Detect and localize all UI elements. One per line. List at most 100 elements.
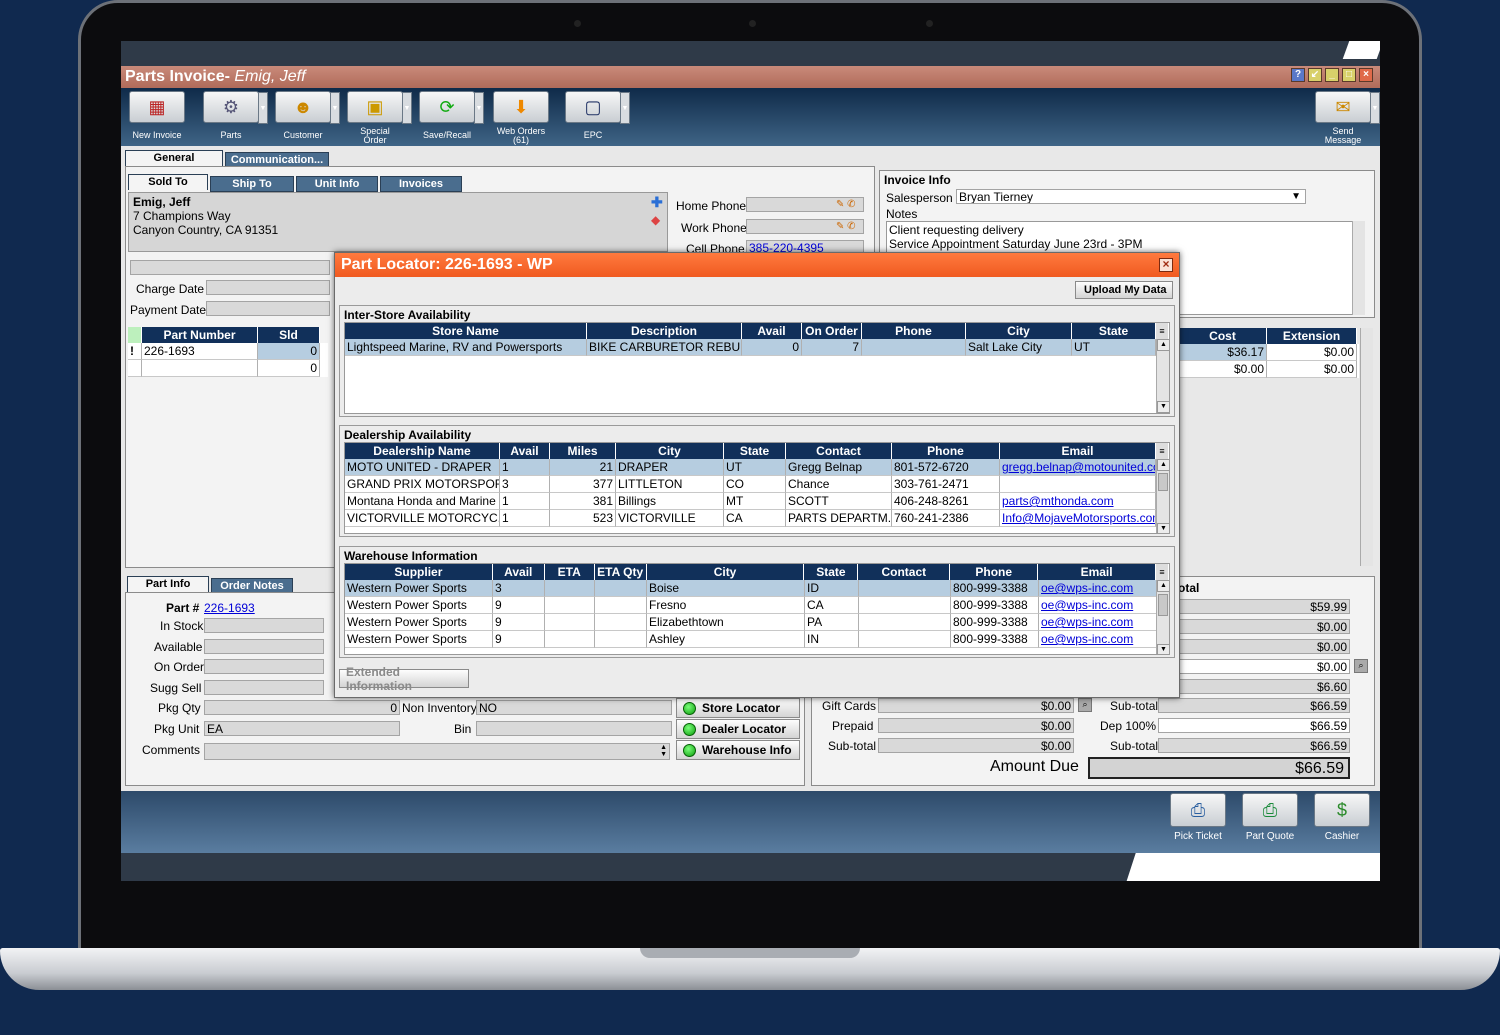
col-contact[interactable]: Contact — [858, 564, 951, 580]
col-store-name[interactable]: Store Name — [345, 323, 587, 339]
vertical-scrollbar[interactable]: ▲ ▼ — [1156, 580, 1169, 654]
search-icon[interactable]: ⌕ — [1078, 698, 1092, 712]
epc-button[interactable]: ▢ ▼ EPC — [563, 91, 630, 140]
special-order-button[interactable]: ▣ ▼ Special Order — [345, 91, 412, 145]
chevron-down-icon[interactable]: ▼ — [620, 92, 630, 124]
col-state[interactable]: State — [724, 443, 786, 459]
cell-email[interactable]: gregg.belnap@motounited.co — [1000, 459, 1156, 476]
scroll-up-icon[interactable]: ▲ — [1157, 339, 1170, 351]
parts-button[interactable]: ⚙ ▼ Parts — [201, 91, 268, 140]
col-avail[interactable]: Avail — [492, 564, 545, 580]
pick-ticket-button[interactable]: ⎙ Pick Ticket — [1167, 793, 1229, 842]
column-chooser-icon[interactable]: ≡ — [1156, 323, 1169, 339]
col-phone[interactable]: Phone — [950, 564, 1039, 580]
extended-information-button[interactable]: Extended Information — [339, 665, 469, 693]
cell-email[interactable]: oe@wps-inc.com — [1039, 597, 1157, 614]
total-value[interactable]: $0.00 — [1158, 659, 1350, 674]
table-row[interactable]: Lightspeed Marine, RV and Powersports BI… — [345, 339, 1169, 356]
table-row[interactable]: Montana Honda and Marine 1 381 Billings MT SC… — [345, 493, 1169, 510]
col-dealership-name[interactable]: Dealership Name — [345, 443, 500, 459]
eraser-icon[interactable]: ◆ — [651, 213, 660, 227]
sold-to-extra-field[interactable] — [130, 260, 330, 275]
send-message-button[interactable]: ✉ ▼ Send Message — [1313, 91, 1380, 145]
part-quote-button[interactable]: ⎙ Part Quote — [1239, 793, 1301, 842]
table-row[interactable]: Western Power Sports 3 Boise ID 800-999-3388… — [345, 580, 1169, 597]
col-city[interactable]: City — [616, 443, 724, 459]
tab-sold-to[interactable]: Sold To — [128, 174, 208, 190]
tab-invoices[interactable]: Invoices — [380, 176, 462, 192]
table-row[interactable]: VICTORVILLE MOTORCYC... 1 523 VICTORVILLE CA… — [345, 510, 1169, 527]
col-state[interactable]: State — [804, 564, 859, 580]
scroll-down-icon[interactable]: ▼ — [1157, 644, 1169, 654]
non-inventory-field[interactable]: NO — [476, 700, 672, 715]
col-miles[interactable]: Miles — [550, 443, 616, 459]
column-chooser-icon[interactable]: ≡ — [1156, 443, 1169, 459]
save-recall-button[interactable]: ⟳ ▼ Save/Recall — [417, 91, 484, 140]
col-on-order[interactable]: On Order — [802, 323, 862, 339]
table-row[interactable]: Western Power Sports 9 Fresno CA 800-999-338… — [345, 597, 1169, 614]
add-icon[interactable]: ✚ — [651, 195, 663, 209]
table-row[interactable]: $36.17 $0.00 — [1179, 344, 1359, 361]
col-phone[interactable]: Phone — [892, 443, 1000, 459]
phone-edit-icon[interactable]: ✎ ✆ — [836, 221, 856, 232]
table-row[interactable]: ! 226-1693 0 — [128, 343, 328, 360]
pkg-qty-field[interactable]: 0 — [204, 700, 400, 715]
pkg-unit-field[interactable]: EA — [204, 721, 400, 736]
table-row[interactable]: Western Power Sports 9 Elizabethtown PA 800-… — [345, 614, 1169, 631]
col-phone[interactable]: Phone — [862, 323, 966, 339]
cell-email[interactable]: oe@wps-inc.com — [1039, 614, 1157, 631]
col-cost[interactable]: Cost — [1179, 328, 1267, 344]
search-icon[interactable]: ⌕ — [1354, 659, 1368, 673]
col-email[interactable]: Email — [1000, 443, 1156, 459]
help-icon[interactable]: ? — [1291, 68, 1305, 82]
cell-email[interactable]: oe@wps-inc.com — [1039, 580, 1157, 597]
vertical-scrollbar[interactable]: ▲ ▼ — [1156, 459, 1169, 533]
customer-button[interactable]: ☻ ▼ Customer — [273, 91, 340, 140]
col-eta-qty[interactable]: ETA Qty — [594, 564, 647, 580]
web-orders-button[interactable]: ⬇ Web Orders (61) — [491, 91, 551, 145]
parts-grid-scrollbar[interactable] — [1360, 328, 1373, 566]
chevron-down-icon[interactable]: ▼ — [402, 92, 412, 124]
charge-date-field[interactable] — [206, 280, 330, 295]
col-supplier[interactable]: Supplier — [345, 564, 493, 580]
table-row[interactable]: GRAND PRIX MOTORSPOR... 3 377 LITTLETON CO Ch… — [345, 476, 1169, 493]
tab-general[interactable]: General — [125, 150, 223, 166]
col-city[interactable]: City — [646, 564, 805, 580]
part-number-link[interactable]: 226-1693 — [204, 601, 255, 615]
close-icon[interactable]: × — [1359, 68, 1373, 82]
tab-part-info[interactable]: Part Info — [127, 576, 209, 592]
col-part-number[interactable]: Part Number — [142, 327, 258, 343]
table-row[interactable]: MOTO UNITED - DRAPER 1 21 DRAPER UT Gregg Bel… — [345, 459, 1169, 476]
col-contact[interactable]: Contact — [786, 443, 892, 459]
sold-to-address[interactable]: Emig, Jeff 7 Champions Way Canyon Countr… — [128, 192, 668, 252]
cell-email[interactable]: parts@mthonda.com — [1000, 493, 1156, 510]
table-row[interactable]: $0.00 $0.00 — [1179, 361, 1359, 378]
scroll-down-icon[interactable]: ▼ — [1157, 523, 1169, 533]
chevron-down-icon[interactable]: ▼ — [1370, 92, 1380, 124]
notes-scrollbar[interactable] — [1352, 221, 1365, 315]
dealer-locator-button[interactable]: Dealer Locator — [676, 719, 800, 739]
tab-ship-to[interactable]: Ship To — [210, 176, 294, 192]
chevron-down-icon[interactable]: ▼ — [474, 92, 484, 124]
chevron-down-icon[interactable]: ▼ — [258, 92, 268, 124]
cashier-button[interactable]: $ Cashier — [1311, 793, 1373, 842]
chevron-down-icon[interactable]: ▼ — [330, 92, 340, 124]
comments-field[interactable]: ▲ ▼ — [204, 743, 670, 760]
new-invoice-button[interactable]: ▦ New Invoice — [127, 91, 187, 140]
tab-unit-info[interactable]: Unit Info — [296, 176, 378, 192]
cell-email[interactable]: Info@MojaveMotorsports.com — [1000, 510, 1156, 527]
col-state[interactable]: State — [1072, 323, 1156, 339]
scroll-up-icon[interactable]: ▲ — [1157, 580, 1169, 592]
col-extension[interactable]: Extension — [1267, 328, 1357, 344]
restore-icon[interactable]: ↙ — [1308, 68, 1322, 82]
close-icon[interactable]: × — [1159, 258, 1173, 272]
table-row[interactable]: Western Power Sports 9 Ashley IN 800-999-338… — [345, 631, 1169, 648]
col-sld[interactable]: Sld — [258, 327, 320, 343]
col-city[interactable]: City — [966, 323, 1072, 339]
store-locator-button[interactable]: Store Locator — [676, 698, 800, 718]
cell-email[interactable]: oe@wps-inc.com — [1039, 631, 1157, 648]
payment-date-field[interactable] — [206, 301, 330, 316]
chevron-down-icon[interactable]: ▼ — [1291, 190, 1301, 203]
bin-field[interactable] — [476, 721, 672, 736]
col-email[interactable]: Email — [1038, 564, 1157, 580]
